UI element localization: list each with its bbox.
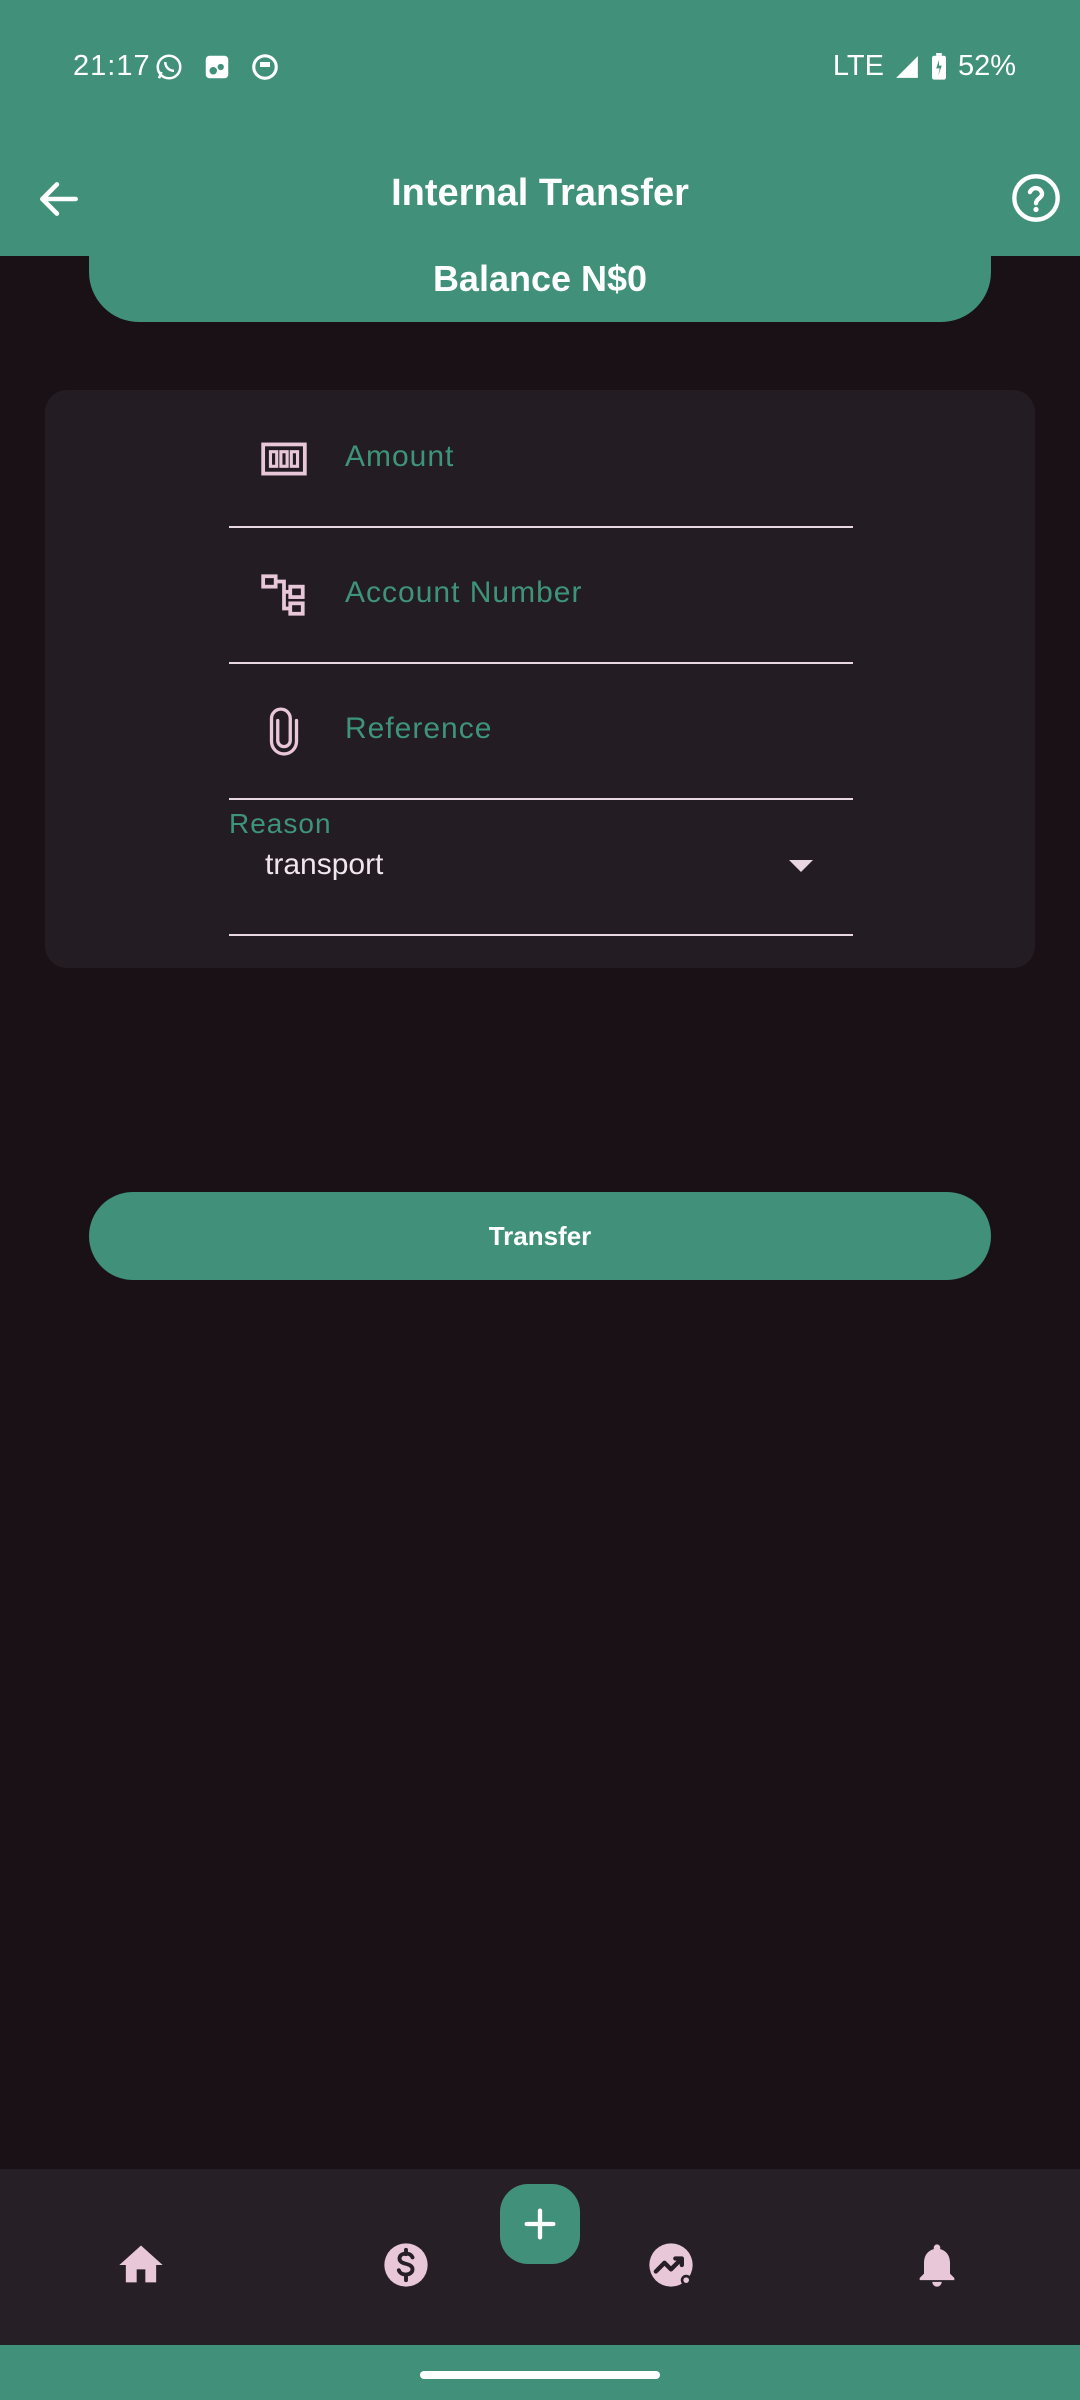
amount-field[interactable]: Amount: [229, 390, 853, 528]
home-icon[interactable]: [115, 2239, 167, 2291]
reason-dropdown[interactable]: Reason transport: [229, 798, 853, 936]
battery-percent: 52%: [957, 50, 1016, 82]
reference-label: Reference: [345, 712, 493, 745]
trending-chart-icon[interactable]: [645, 2239, 697, 2291]
reason-selected-value[interactable]: transport: [265, 848, 383, 882]
add-fab-button[interactable]: [500, 2184, 580, 2264]
dollar-circle-icon[interactable]: [380, 2239, 432, 2291]
account-number-label: Account Number: [345, 576, 583, 609]
page-title: Internal Transfer: [391, 172, 689, 214]
transfer-button[interactable]: Transfer: [89, 1192, 991, 1280]
help-icon[interactable]: [1010, 172, 1062, 224]
music-icon: [205, 55, 229, 79]
dropdown-arrow-icon[interactable]: [789, 860, 813, 872]
gesture-navigation-bar: [0, 2345, 1080, 2400]
notification-icons: [154, 52, 280, 82]
amount-label: Amount: [345, 440, 455, 473]
reason-label: Reason: [229, 808, 332, 839]
signal-icon: [896, 55, 918, 78]
network-label: LTE: [832, 50, 884, 82]
reference-field[interactable]: Reference: [229, 662, 853, 800]
account-number-field[interactable]: Account Number: [229, 526, 853, 664]
status-time: 21:17: [73, 50, 151, 82]
paperclip-icon: [269, 707, 299, 756]
battery-icon: [931, 52, 946, 80]
app-notification-icon: [252, 54, 278, 80]
bell-icon[interactable]: [911, 2239, 963, 2291]
status-bar: 21:17 LTE 52%: [0, 0, 1080, 136]
banknote-icon: [261, 442, 307, 476]
status-right: LTE 52%: [833, 50, 1016, 83]
balance-banner: Balance N$0: [89, 254, 991, 322]
transfer-form-card: Amount Account Number Reference Reason t…: [45, 390, 1035, 968]
plus-icon: [524, 2208, 556, 2240]
home-gesture-handle[interactable]: [420, 2371, 660, 2379]
account-tree-icon: [261, 574, 305, 616]
whatsapp-icon: [156, 54, 182, 80]
app-bar: Internal Transfer: [0, 136, 1080, 256]
